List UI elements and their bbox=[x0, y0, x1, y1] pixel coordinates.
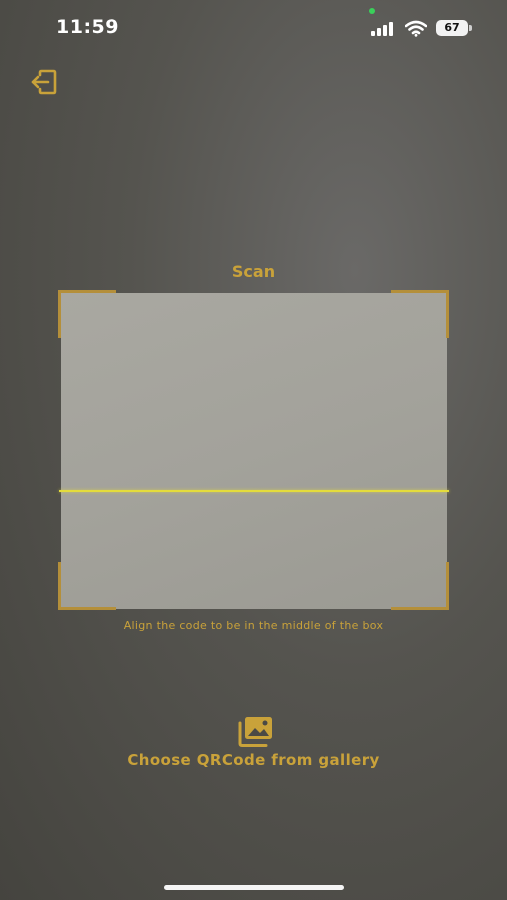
home-indicator[interactable] bbox=[164, 885, 344, 890]
scan-hint: Align the code to be in the middle of th… bbox=[123, 619, 384, 632]
status-bar: 11:59 67 bbox=[0, 0, 507, 56]
battery-cap bbox=[469, 25, 472, 31]
choose-from-gallery-button[interactable]: Choose QRCode from gallery bbox=[100, 712, 407, 776]
gallery-button-label: Choose QRCode from gallery bbox=[127, 751, 380, 769]
scan-line bbox=[59, 490, 449, 492]
status-time: 11:59 bbox=[56, 16, 119, 38]
viewfinder-corner-bottom-left bbox=[58, 562, 116, 610]
exit-button[interactable] bbox=[28, 66, 60, 98]
viewfinder-corner-top-left bbox=[58, 290, 116, 338]
wifi-icon bbox=[405, 20, 427, 37]
viewfinder-corner-bottom-right bbox=[391, 562, 449, 610]
scan-title: Scan bbox=[231, 262, 276, 281]
viewfinder-corner-top-right bbox=[391, 290, 449, 338]
exit-icon bbox=[31, 69, 57, 95]
camera-indicator-dot bbox=[369, 8, 375, 14]
battery-icon: 67 bbox=[436, 20, 468, 36]
signal-icon bbox=[371, 22, 397, 36]
scan-viewfinder bbox=[61, 293, 447, 609]
photo-gallery-icon bbox=[238, 717, 272, 747]
